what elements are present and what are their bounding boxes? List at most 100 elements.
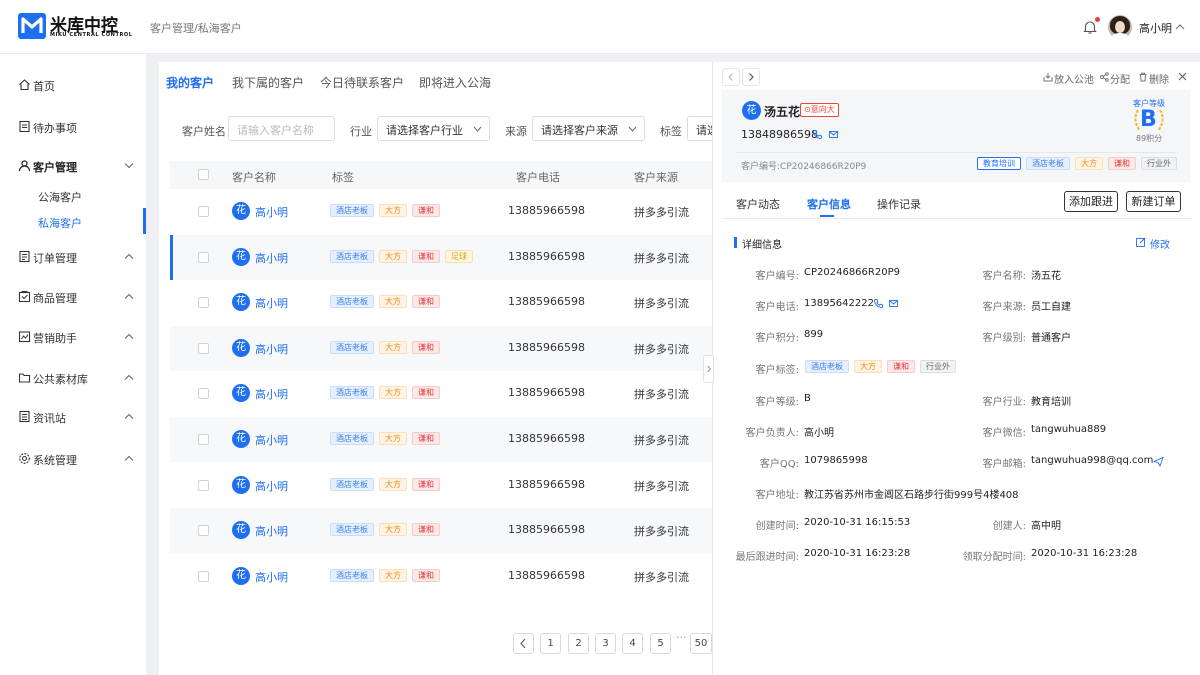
select-all-checkbox[interactable] bbox=[198, 169, 209, 180]
field-value: tangwuhua998@qq.com bbox=[1031, 455, 1154, 466]
sidebar-item-label: 营销助手 bbox=[33, 332, 77, 345]
table-row[interactable]: 花高小明 酒店老板 大方 谦和 13885966598 拼多多引流 bbox=[170, 508, 719, 554]
table-row[interactable]: 花高小明 酒店老板 大方 谦和 13885966598 拼多多引流 bbox=[170, 280, 719, 325]
page-last-button[interactable]: 50 bbox=[690, 633, 712, 654]
customer-avatar: 花 bbox=[232, 293, 250, 312]
customer-name-link[interactable]: 高小明 bbox=[255, 569, 288, 585]
chevron-up-icon bbox=[124, 455, 134, 462]
row-checkbox[interactable] bbox=[198, 434, 209, 445]
tag: 大方 bbox=[379, 204, 407, 217]
customer-name-link[interactable]: 高小明 bbox=[255, 295, 288, 311]
page-5-button[interactable]: 5 bbox=[650, 633, 671, 654]
row-checkbox[interactable] bbox=[198, 297, 209, 309]
mail-icon[interactable] bbox=[888, 298, 899, 309]
name-filter-input[interactable]: 请输入客户名称 bbox=[228, 116, 335, 141]
table-row[interactable]: 花高小明 酒店老板 大方 谦和 13885966598 拼多多引流 bbox=[170, 554, 719, 599]
industry-select[interactable]: 请选择客户行业 bbox=[377, 116, 490, 141]
table-row[interactable]: 花高小明 酒店老板 大方 谦和 13885966598 拼多多引流 bbox=[170, 463, 719, 508]
customer-avatar: 花 bbox=[742, 101, 761, 120]
add-follow-up-button[interactable]: 添加跟进 bbox=[1064, 191, 1118, 212]
sidebar-item-product[interactable]: 商品管理 bbox=[0, 285, 146, 309]
customer-name-link[interactable]: 高小明 bbox=[255, 432, 288, 448]
page-2-button[interactable]: 2 bbox=[568, 633, 589, 654]
sidebar-item-marketing[interactable]: 营销助手 bbox=[0, 325, 146, 349]
drawer-collapse-handle[interactable] bbox=[703, 355, 714, 383]
page-1-button[interactable]: 1 bbox=[540, 633, 561, 654]
avatar[interactable] bbox=[1108, 15, 1132, 39]
divider bbox=[722, 218, 1192, 219]
page-4-button[interactable]: 4 bbox=[622, 633, 643, 654]
tag: 行业外 bbox=[920, 360, 956, 373]
sidebar-item-order[interactable]: 订单管理 bbox=[0, 245, 146, 269]
product-icon bbox=[18, 290, 31, 303]
logo[interactable]: 米库中控 MIKU CENTRAL CONTROL bbox=[18, 13, 132, 41]
sidebar-item-todo[interactable]: 待办事项 bbox=[0, 115, 146, 139]
tab-subordinate-customers[interactable]: 我下属的客户 bbox=[232, 74, 304, 91]
sidebar-item-home[interactable]: 首页 bbox=[0, 73, 146, 97]
row-checkbox[interactable] bbox=[198, 388, 209, 400]
close-icon[interactable] bbox=[1177, 71, 1188, 82]
row-checkbox[interactable] bbox=[198, 251, 209, 263]
prev-page-button[interactable] bbox=[513, 633, 534, 654]
field-label: 领取分配时间: bbox=[962, 552, 1026, 563]
news-icon bbox=[18, 410, 31, 423]
active-indicator bbox=[143, 208, 146, 234]
phone-icon[interactable] bbox=[812, 129, 823, 140]
row-checkbox[interactable] bbox=[198, 479, 209, 491]
field-value: 员工自建 bbox=[1031, 302, 1071, 313]
row-checkbox[interactable] bbox=[198, 570, 209, 582]
customer-avatar: 花 bbox=[232, 475, 250, 494]
next-customer-button[interactable] bbox=[742, 68, 760, 86]
tab-customer-info[interactable]: 客户信息 bbox=[807, 196, 851, 212]
send-icon[interactable] bbox=[1153, 456, 1164, 467]
new-order-button[interactable]: 新建订单 bbox=[1126, 191, 1181, 212]
tag: 谦和 bbox=[412, 295, 440, 309]
row-checkbox[interactable] bbox=[198, 342, 209, 354]
user-name[interactable]: 高小明 bbox=[1139, 20, 1172, 36]
prev-customer-button[interactable] bbox=[722, 68, 740, 86]
phone-icon[interactable] bbox=[873, 298, 884, 309]
table-row[interactable]: 花高小明 酒店老板 大方 谦和 13885966598 拼多多引流 bbox=[170, 417, 719, 462]
sidebar-item-news[interactable]: 资讯站 bbox=[0, 405, 146, 429]
customer-name-link[interactable]: 高小明 bbox=[255, 523, 288, 539]
sidebar-item-private-customer[interactable]: 私海客户 bbox=[38, 215, 82, 231]
table-row[interactable]: 花高小明 酒店老板 大方 谦和 13885966598 拼多多引流 bbox=[170, 189, 719, 234]
chevron-up-icon bbox=[124, 333, 134, 340]
customer-name-link[interactable]: 高小明 bbox=[255, 204, 288, 220]
table-row[interactable]: 花高小明 酒店老板 大方 谦和 足球 13885966598 拼多多引流 bbox=[170, 234, 719, 280]
customer-phone: 13885966598 bbox=[508, 386, 585, 400]
row-checkbox[interactable] bbox=[198, 206, 209, 217]
customer-name-link[interactable]: 高小明 bbox=[255, 478, 288, 494]
chevron-up-icon bbox=[124, 253, 134, 260]
page-3-button[interactable]: 3 bbox=[595, 633, 616, 654]
chevron-up-icon[interactable] bbox=[1175, 23, 1185, 31]
tab-operation-log[interactable]: 操作记录 bbox=[877, 196, 921, 212]
level-value: B bbox=[1140, 107, 1157, 132]
share-icon bbox=[1100, 72, 1109, 82]
tag-list: 酒店老板 大方 谦和 bbox=[330, 477, 445, 492]
customer-name-link[interactable]: 高小明 bbox=[255, 341, 288, 357]
table-row[interactable]: 花高小明 酒店老板 大方 谦和 13885966598 拼多多引流 bbox=[170, 325, 719, 371]
todo-icon bbox=[18, 120, 31, 133]
table-row[interactable]: 花高小明 酒店老板 大方 谦和 13885966598 拼多多引流 bbox=[170, 371, 719, 416]
field-value: 高中明 bbox=[1031, 521, 1061, 532]
tag: 酒店老板 bbox=[330, 386, 374, 400]
sidebar-item-customer[interactable]: 客户管理 bbox=[0, 154, 146, 178]
logo-mark-icon bbox=[18, 13, 46, 39]
sidebar-item-system[interactable]: 系统管理 bbox=[0, 447, 146, 471]
sidebar-item-material[interactable]: 公共素材库 bbox=[0, 366, 146, 390]
tab-customer-activity[interactable]: 客户动态 bbox=[736, 196, 780, 212]
source-select[interactable]: 请选择客户来源 bbox=[532, 116, 645, 141]
tab-soon-public[interactable]: 即将进入公海 bbox=[419, 74, 491, 91]
customer-name-link[interactable]: 高小明 bbox=[255, 386, 288, 402]
tag: 大方 bbox=[379, 568, 407, 582]
customer-name-link[interactable]: 高小明 bbox=[255, 250, 288, 266]
tag-list: 酒店老板 大方 谦和 bbox=[330, 568, 445, 583]
row-checkbox[interactable] bbox=[198, 525, 209, 537]
tab-my-customers[interactable]: 我的客户 bbox=[166, 74, 214, 91]
tab-today-contact[interactable]: 今日待联系客户 bbox=[320, 74, 404, 91]
tag: 酒店老板 bbox=[330, 432, 374, 445]
mail-icon[interactable] bbox=[828, 129, 839, 140]
customer-phone: 13885966598 bbox=[508, 568, 585, 582]
sidebar-item-public-customer[interactable]: 公海客户 bbox=[38, 189, 82, 205]
